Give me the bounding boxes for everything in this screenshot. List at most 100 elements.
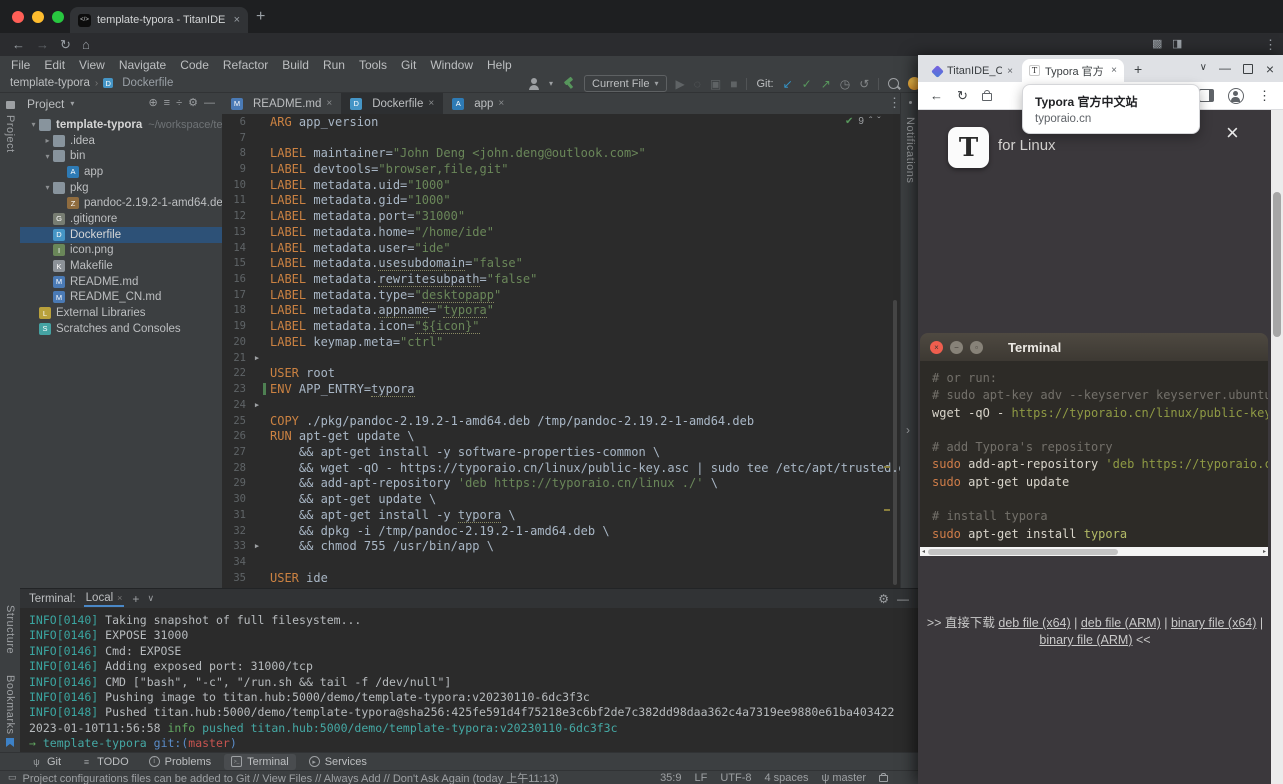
extensions-icon[interactable]: ▩ xyxy=(1152,39,1162,50)
tree-item-template-typora[interactable]: ▾ template-typora ~/workspace/templa xyxy=(20,117,222,133)
debug-icon[interactable]: ◌ xyxy=(694,78,701,90)
popup-tab-close-icon[interactable]: × xyxy=(1111,65,1117,76)
terminal-minimize-icon[interactable]: — xyxy=(897,593,909,605)
editor-tab-close-icon[interactable]: × xyxy=(326,98,332,109)
page-close-icon[interactable]: × xyxy=(1226,122,1239,144)
event-log-icon[interactable]: ▭ xyxy=(8,772,17,783)
hide-panel-icon[interactable]: — xyxy=(204,98,215,109)
terminal-dropdown-icon[interactable]: ∨ xyxy=(147,594,154,603)
run-config-select[interactable]: Current File ▾ xyxy=(584,75,667,92)
tree-item-bin[interactable]: ▾ bin xyxy=(20,148,222,164)
next-problem-icon[interactable]: ˇ xyxy=(877,116,880,127)
browser-menu-icon[interactable]: ⋮ xyxy=(1264,38,1277,51)
new-tab-button[interactable]: + xyxy=(256,9,265,25)
code-editor[interactable]: 6 ARG app_version 7 8 LABEL maintainer="John… xyxy=(222,114,900,588)
popup-reload-icon[interactable]: ↻ xyxy=(957,89,968,102)
collapse-all-icon[interactable]: ÷ xyxy=(176,98,182,109)
menu-help[interactable]: Help xyxy=(480,58,519,72)
terminal-output[interactable]: INFO[0140] Taking snapshot of full files… xyxy=(20,608,918,752)
build-hammer-icon[interactable] xyxy=(562,77,575,90)
popup-tab-close-icon[interactable]: × xyxy=(1007,66,1013,77)
popup-minimize-icon[interactable]: — xyxy=(1219,62,1231,74)
rollback-icon[interactable]: ↺ xyxy=(859,78,869,90)
git-push-icon[interactable]: ↗ xyxy=(821,78,831,90)
tree-item--idea[interactable]: ▸ .idea xyxy=(20,133,222,149)
tree-item-readme-cn-md[interactable]: M README_CN.md xyxy=(20,290,222,306)
user-caret-icon[interactable]: ▾ xyxy=(549,79,553,88)
menu-code[interactable]: Code xyxy=(173,58,216,72)
expand-all-icon[interactable]: ≡ xyxy=(164,98,170,109)
stop-icon[interactable]: ■ xyxy=(730,78,737,90)
download-link-binary-file-arm-[interactable]: binary file (ARM) xyxy=(1039,633,1132,647)
status-message[interactable]: Project configurations files can be adde… xyxy=(23,770,559,784)
git-commit-icon[interactable]: ✓ xyxy=(802,78,812,90)
coverage-icon[interactable]: ▣ xyxy=(710,78,721,90)
menu-file[interactable]: File xyxy=(4,58,37,72)
tree-item-makefile[interactable]: K Makefile xyxy=(20,258,222,274)
tree-chevron-icon[interactable]: ▾ xyxy=(28,120,39,129)
menu-build[interactable]: Build xyxy=(275,58,316,72)
tree-chevron-icon[interactable]: ▾ xyxy=(42,152,53,161)
tool-button-problems[interactable]: i Problems xyxy=(142,754,218,770)
window-minimize-button[interactable] xyxy=(32,11,44,23)
popup-new-tab-icon[interactable]: + xyxy=(1134,62,1142,76)
tree-item-pkg[interactable]: ▾ pkg xyxy=(20,180,222,196)
home-icon[interactable]: ⌂ xyxy=(82,38,90,51)
editor-tab-close-icon[interactable]: × xyxy=(498,98,504,109)
window-close-button[interactable] xyxy=(12,11,24,23)
tool-button-bookmarks[interactable]: Bookmarks xyxy=(4,675,16,735)
download-link-binary-file-x64-[interactable]: binary file (x64) xyxy=(1171,616,1256,630)
git-update-icon[interactable]: ↙ xyxy=(783,78,793,90)
bookmark-flag-icon[interactable] xyxy=(6,738,14,747)
download-link-deb-file-arm-[interactable]: deb file (ARM) xyxy=(1081,616,1161,630)
tree-item-icon-png[interactable]: Iicon.png xyxy=(20,243,222,259)
status-item-utf-8[interactable]: UTF-8 xyxy=(720,772,751,784)
tab-close-icon[interactable]: × xyxy=(234,14,240,26)
tree-item-scratches-and-consoles[interactable]: S Scratches and Consoles xyxy=(20,321,222,337)
tool-button-services[interactable]: ▸ Services xyxy=(302,754,374,770)
editor-tab-dockerfile[interactable]: D Dockerfile × xyxy=(341,93,444,114)
editor-tab-close-icon[interactable]: × xyxy=(428,98,434,109)
menu-edit[interactable]: Edit xyxy=(37,58,72,72)
tree-item-readme-md[interactable]: M README.md xyxy=(20,274,222,290)
popup-tab-typora[interactable]: T Typora 官方 × xyxy=(1022,59,1124,82)
menu-tools[interactable]: Tools xyxy=(352,58,394,72)
popup-close-icon[interactable]: × xyxy=(1266,62,1274,76)
history-icon[interactable]: ◷ xyxy=(840,78,850,90)
expand-panel-chevron-icon[interactable]: › xyxy=(906,423,910,437)
popup-profile-icon[interactable] xyxy=(1228,87,1244,104)
tool-button-todo[interactable]: ≡ TODO xyxy=(74,754,136,770)
locate-file-icon[interactable]: ⊕ xyxy=(148,98,157,109)
tree-item-app[interactable]: Aapp xyxy=(20,164,222,180)
run-icon[interactable]: ▶ xyxy=(676,78,685,90)
tool-button-project[interactable]: Project xyxy=(4,115,16,153)
new-terminal-icon[interactable]: + xyxy=(132,593,139,605)
writable-lock-icon[interactable] xyxy=(879,772,888,782)
status-item-master[interactable]: ψ master xyxy=(822,772,866,784)
inspection-widget[interactable]: ✔ 9 ˆ ˇ xyxy=(845,116,881,127)
tree-item-dockerfile[interactable]: D Dockerfile xyxy=(20,226,222,243)
tool-button-terminal[interactable]: >_ Terminal xyxy=(224,753,296,770)
reload-icon[interactable]: ↻ xyxy=(60,38,71,51)
popup-restore-icon[interactable] xyxy=(1243,64,1253,74)
breadcrumb-file[interactable]: Dockerfile xyxy=(122,77,173,89)
download-link-deb-file-x64-[interactable]: deb file (x64) xyxy=(998,616,1070,630)
editor-tab-readme-md[interactable]: M README.md × xyxy=(222,93,341,114)
tree-chevron-icon[interactable]: ▸ xyxy=(42,136,53,145)
status-item-35-9[interactable]: 35:9 xyxy=(660,772,681,784)
panel-settings-icon[interactable]: ⚙ xyxy=(188,98,198,109)
editor-scrollbar[interactable] xyxy=(893,300,897,585)
tool-button-structure[interactable]: Structure xyxy=(4,605,16,654)
tool-button-notifications[interactable]: Notifications xyxy=(904,117,916,183)
tree-item-external-libraries[interactable]: L External Libraries xyxy=(20,305,222,321)
user-icon[interactable] xyxy=(528,77,540,90)
fold-marker-icon[interactable]: ▶ xyxy=(251,354,263,362)
popup-tab-search-icon[interactable]: ∨ xyxy=(1200,63,1207,73)
project-panel-title[interactable]: Project xyxy=(27,97,64,111)
terminal-tab-close-icon[interactable]: × xyxy=(117,593,122,603)
menu-refactor[interactable]: Refactor xyxy=(216,58,275,72)
prev-problem-icon[interactable]: ˆ xyxy=(869,116,872,127)
browser-tab[interactable]: </> template-typora - TitanIDE × xyxy=(70,7,248,33)
menu-run[interactable]: Run xyxy=(316,58,352,72)
tree-item--gitignore[interactable]: G .gitignore xyxy=(20,211,222,227)
